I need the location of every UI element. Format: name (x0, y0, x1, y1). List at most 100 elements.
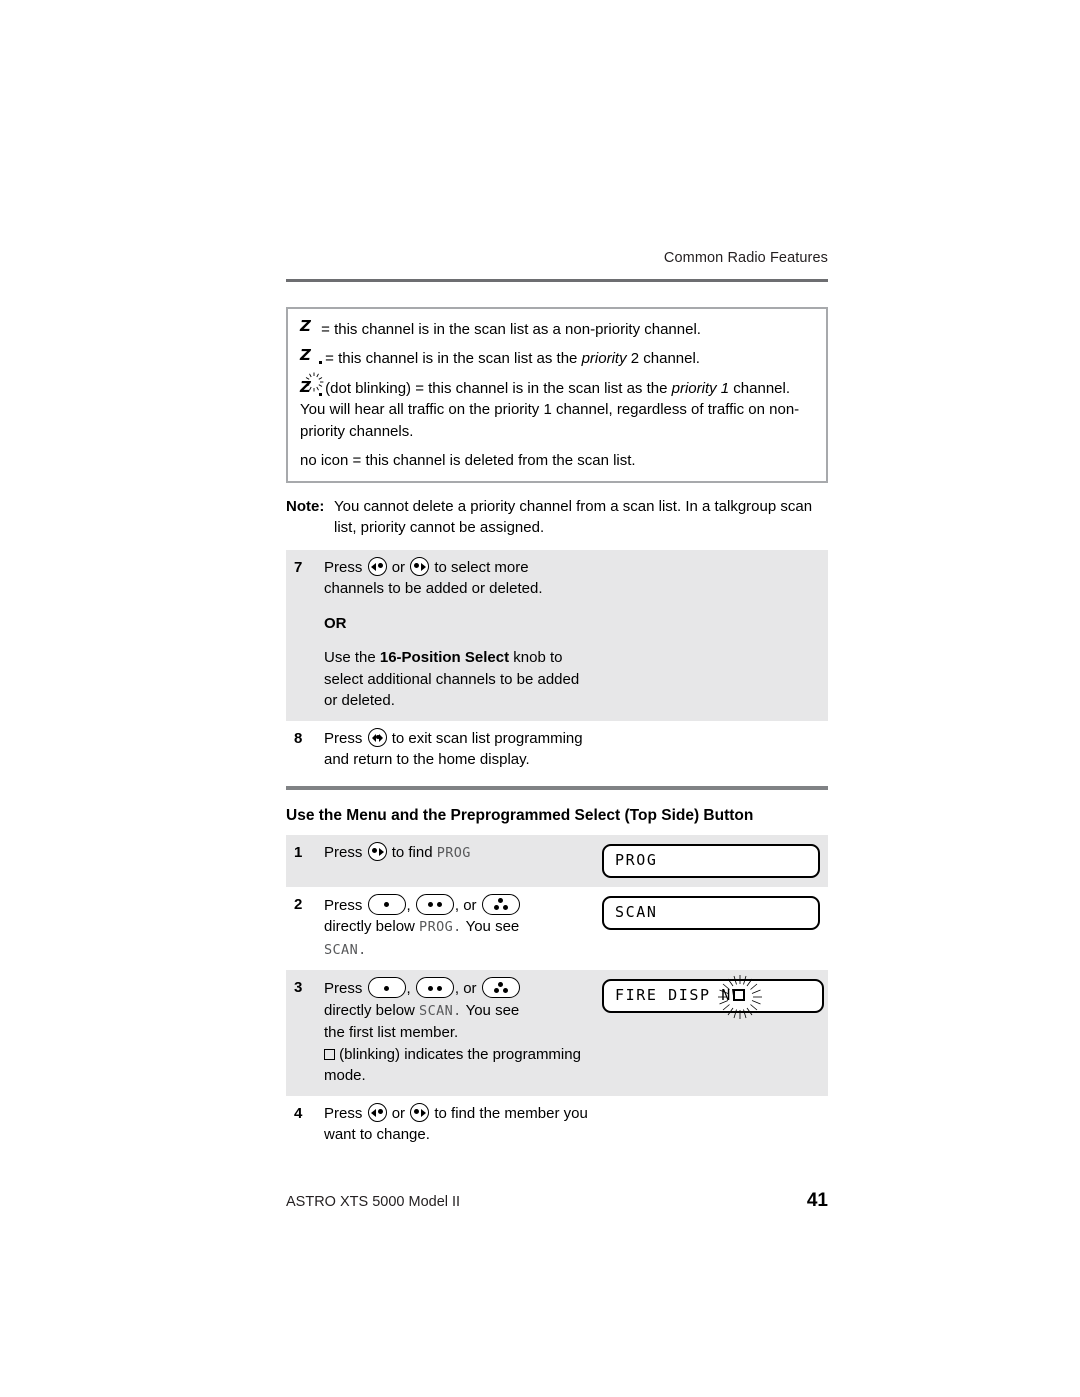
step-number-2: 2 (294, 895, 303, 913)
step-3-line3: the first list member. (324, 1024, 459, 1041)
scan-nonpriority-icon: Z (300, 316, 311, 335)
scan-priority2-icon: Z (300, 348, 322, 365)
step-7-mid-label: or (391, 558, 406, 576)
step-2-sep1: , (406, 896, 415, 914)
step-1-press-label: Press (324, 843, 363, 861)
step-body-3: Press , , or directly below SCAN. You se… (324, 970, 598, 1096)
legend-line-nonpriority: Z = this channel is in the scan list as … (300, 316, 814, 341)
footer-page-number: 41 (806, 1190, 828, 1211)
step-8-tail: to exit scan list programming and return… (324, 729, 583, 769)
three-dot-button-icon[interactable] (481, 977, 520, 998)
radio-display-scan: SCAN (602, 895, 820, 930)
step-3-line1: Press , , or (324, 977, 592, 1000)
note-text: You cannot delete a priority channel fro… (334, 497, 813, 537)
step-3-line2-after: You see (461, 1001, 520, 1019)
legend-text-nonpriority: = this channel is in the scan list as a … (317, 320, 701, 338)
step-7-alt-prefix: Use the (324, 649, 380, 666)
step-1-tail-before: to find (391, 843, 437, 861)
step-row-7: 7 Press or to select more channels to be… (286, 549, 828, 721)
step-4-mid-label: or (391, 1104, 406, 1122)
step-number-8: 8 (294, 729, 303, 747)
step-2-press-label: Press (324, 896, 363, 914)
legend-text-priority1-italic: priority 1 (671, 379, 730, 397)
step-body-7: Press or to select more channels to be a… (324, 550, 598, 721)
step-3-sep2: , or (454, 980, 481, 997)
left-arrow-button-icon[interactable] (367, 1102, 387, 1122)
section-divider (286, 785, 828, 790)
step-1-display-cell: PROG (598, 835, 828, 887)
step-2-line3: SCAN. (324, 939, 592, 962)
right-arrow-button-icon[interactable] (410, 556, 430, 576)
section-heading: Use the Menu and the Preprogrammed Selec… (286, 806, 754, 824)
step-number-7: 7 (294, 558, 303, 576)
step-2-line2-lcd: PROG. (419, 919, 462, 935)
step-number-3: 3 (294, 979, 303, 996)
step-3-line4-after: (blinking) indicates the programming mod… (324, 1045, 581, 1085)
step-row-4: 4 Press or to find the member you want t… (286, 1096, 828, 1155)
page-content: Common Radio Features Z = this channel i… (286, 0, 828, 1155)
display-blink-square-icon (733, 989, 745, 1001)
two-dot-button-icon[interactable] (415, 893, 454, 915)
step-row-1: 1 Press to find PROG PROG (286, 834, 828, 887)
radio-display-prog: PROG (602, 843, 820, 878)
step-2-sep2: , or (454, 896, 481, 914)
legend-text-priority2-italic: priority (581, 350, 627, 367)
radio-display-scan-text: SCAN (615, 902, 658, 921)
page-header-title: Common Radio Features (663, 250, 828, 266)
step-2-line1: Press , , or (324, 893, 592, 917)
step-7-display-cell (598, 550, 828, 721)
step-7-alt: Use the 16-Position Select knob to selec… (324, 647, 592, 712)
footer-product-name: ASTRO XTS 5000 Model II (286, 1194, 461, 1210)
step-3-sep1: , (406, 980, 415, 997)
header-divider (286, 279, 828, 282)
step-row-3: 3 Press , , or directly below SCAN. You … (286, 970, 828, 1096)
legend-line-noicon: no icon = this channel is deleted from t… (300, 452, 636, 469)
step-4-display-cell (598, 1096, 828, 1155)
step-3-line2-lcd: SCAN. (419, 1002, 462, 1019)
steps-table-second: 1 Press to find PROG PROG 2 Press , , or… (286, 834, 828, 1155)
step-number-4: 4 (294, 1104, 303, 1122)
scan-icon-legend-box: Z = this channel is in the scan list as … (286, 306, 828, 483)
step-3-line2: directly below SCAN. You see (324, 1000, 592, 1023)
step-3-display-cell: FIRE DISP NW (598, 970, 828, 1096)
step-row-2: 2 Press , , or directly below PROG. You … (286, 887, 828, 971)
step-body-2: Press , , or directly below PROG. You se… (324, 887, 598, 971)
right-arrow-button-icon[interactable] (367, 841, 387, 861)
one-dot-button-icon[interactable] (367, 893, 406, 915)
two-dot-button-icon[interactable] (415, 977, 454, 998)
note-block: Note: You cannot delete a priority chann… (286, 496, 828, 539)
step-4-tail: to find the member you want to change. (324, 1104, 588, 1144)
step-2-line2-before: directly below (324, 918, 420, 935)
legend-text-priority1-before: (dot blinking) = this channel is in the … (321, 379, 672, 397)
step-2-line2: directly below PROG. You see (324, 916, 592, 939)
step-8-display-cell (598, 721, 828, 780)
legend-line-priority1: Z (dot blinking) = this channel is in th… (300, 372, 814, 443)
legend-text-priority2-after: 2 channel. (626, 350, 700, 367)
step-body-8: Press to exit scan list programming and … (324, 721, 598, 780)
step-2-line3-lcd: SCAN. (324, 941, 367, 958)
step-7-press-label: Press (324, 558, 363, 576)
step-row-8: 8 Press to exit scan list programming an… (286, 721, 828, 780)
scan-priority1-blinking-icon: Z (300, 372, 324, 397)
legend-line-priority2: Z = this channel is in the scan list as … (300, 348, 814, 370)
three-dot-button-icon[interactable] (481, 893, 520, 915)
right-arrow-button-icon[interactable] (410, 1102, 430, 1122)
step-body-1: Press to find PROG (324, 835, 598, 887)
step-2-line2-after: You see (461, 918, 520, 935)
radio-display-prog-text: PROG (615, 850, 658, 869)
home-button-icon[interactable] (367, 727, 387, 747)
blink-square-icon (324, 1048, 335, 1060)
step-1-lcd-ref: PROG (436, 844, 471, 861)
scan-z-glyph: Z (300, 379, 322, 397)
step-4-press-label: Press (324, 1104, 363, 1122)
steps-table-first: 7 Press or to select more channels to be… (286, 549, 828, 780)
page-footer: ASTRO XTS 5000 Model II 41 (286, 1190, 828, 1212)
step-7-alt-bold: 16-Position Select (379, 649, 510, 666)
step-7-line1: Press or to select more channels to be a… (324, 556, 592, 600)
step-2-display-cell: SCAN (598, 887, 828, 971)
step-number-1: 1 (294, 843, 303, 861)
step-body-4: Press or to find the member you want to … (324, 1096, 598, 1155)
legend-text-priority2-before: = this channel is in the scan list as th… (321, 350, 582, 367)
one-dot-button-icon[interactable] (367, 977, 406, 998)
left-arrow-button-icon[interactable] (367, 556, 387, 576)
